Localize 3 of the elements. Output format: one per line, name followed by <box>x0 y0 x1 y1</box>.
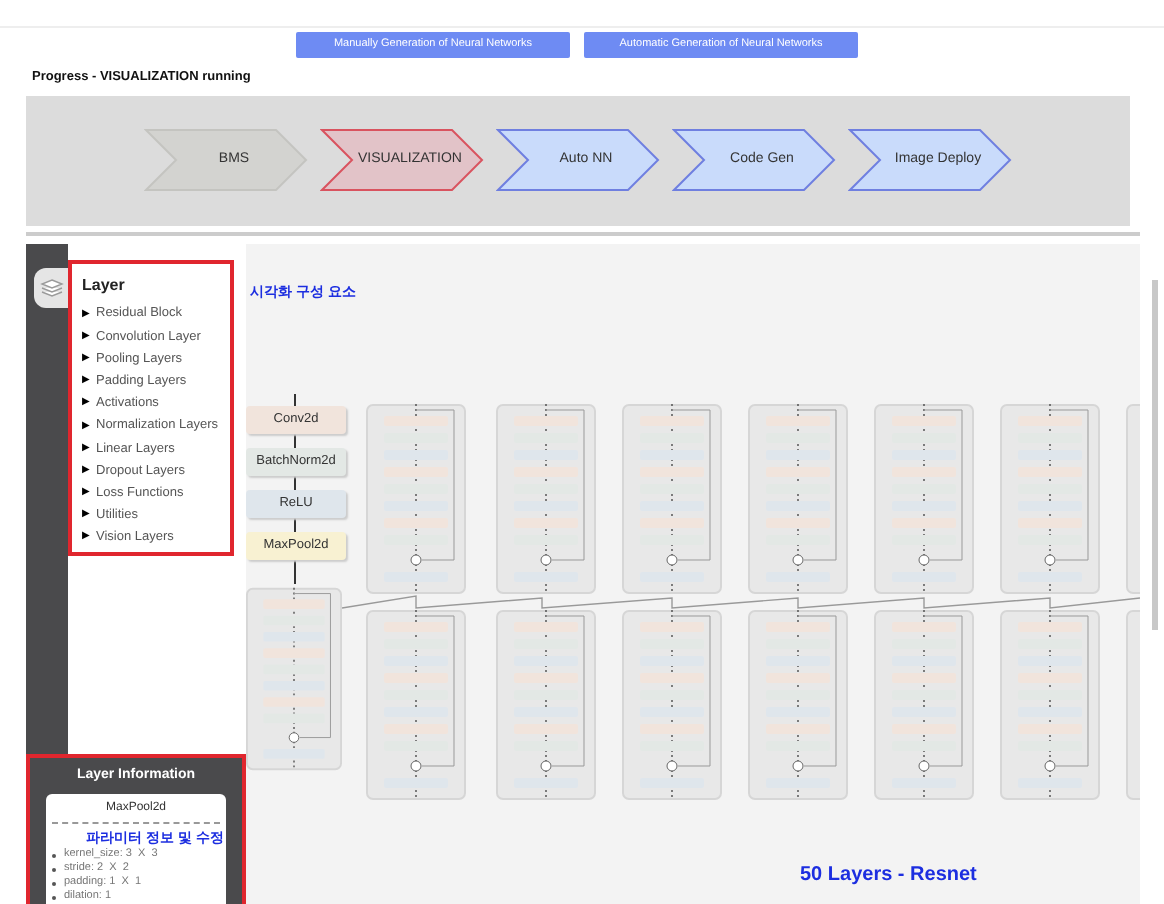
layers-icon[interactable] <box>34 267 68 308</box>
panel-title: Layer <box>82 273 127 298</box>
model-label: 50 Layers - Resnet <box>800 861 977 890</box>
